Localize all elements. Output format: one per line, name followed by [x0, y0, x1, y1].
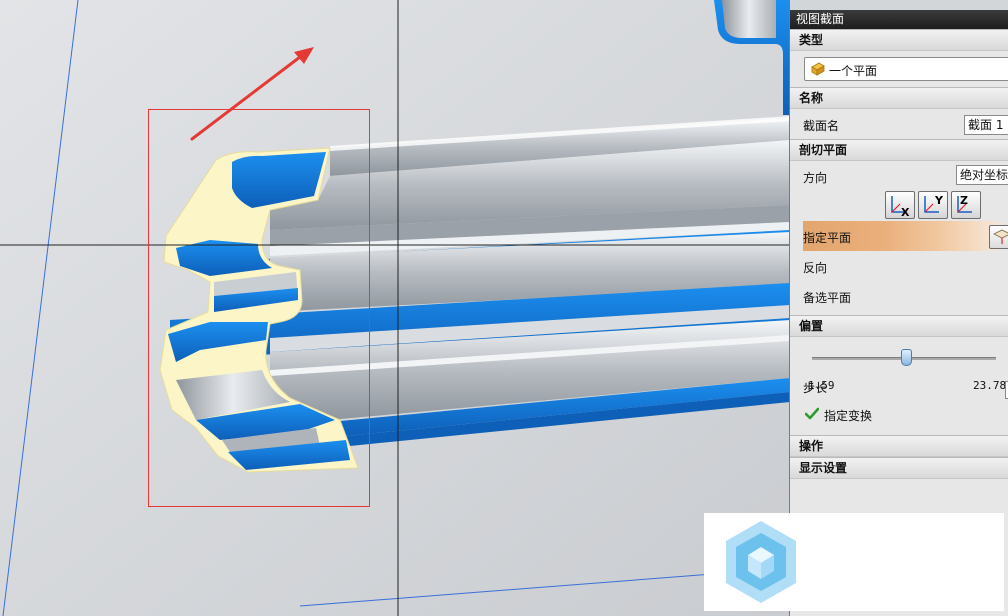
alternate-plane-label[interactable]: 备选平面 — [803, 289, 851, 306]
specify-plane-label: 指定平面 — [803, 231, 852, 245]
axis-z-letter: Z — [960, 194, 968, 207]
offset-slider-thumb[interactable] — [900, 349, 912, 366]
specify-transform-label[interactable]: 指定变换 — [824, 407, 872, 424]
checkmark-icon — [805, 407, 819, 420]
step-label: 步长 — [803, 381, 828, 395]
view-z-icon: Z — [957, 194, 972, 213]
section-header-cut-plane[interactable]: 剖切平面 — [790, 139, 1008, 161]
watermark-overlay — [704, 513, 1004, 611]
offset-slider[interactable]: 1.59 23.78 — [790, 337, 1008, 392]
section-header-display-settings[interactable]: 显示设置 — [790, 457, 1008, 479]
axis-y-button[interactable]: Y — [918, 191, 948, 219]
reverse-label[interactable]: 反向 — [803, 259, 827, 276]
section-name-label: 截面名 — [803, 119, 840, 133]
axis-x-letter: X — [901, 206, 910, 218]
view-y-icon: Y — [924, 194, 944, 213]
axis-x-button[interactable]: X — [885, 191, 915, 219]
axis-y-letter: Y — [934, 194, 944, 207]
type-dropdown-value: 一个平面 — [829, 64, 878, 78]
section-header-operations[interactable]: 操作 — [790, 435, 1008, 457]
section-header-name[interactable]: 名称 — [790, 87, 1008, 109]
specify-plane-row[interactable]: 指定平面 — [803, 221, 1008, 251]
plane-icon — [811, 62, 825, 76]
direction-dropdown[interactable]: 绝对坐标 — [956, 165, 1008, 185]
graphics-viewport[interactable] — [0, 0, 790, 616]
plane-select-icon — [993, 229, 1008, 244]
view-x-icon: X — [891, 196, 910, 219]
section-header-offset[interactable]: 偏置 — [790, 315, 1008, 337]
cube-logo-icon — [726, 521, 796, 603]
section-name-input[interactable]: 截面 1 — [964, 115, 1008, 135]
axis-z-button[interactable]: Z — [951, 191, 981, 219]
section-header-type[interactable]: 类型 — [790, 29, 1008, 51]
dialog-title: 视图截面 — [790, 10, 1008, 29]
type-dropdown[interactable]: 一个平面 — [804, 57, 1008, 81]
select-plane-button[interactable] — [989, 225, 1008, 249]
direction-label: 方向 — [803, 171, 828, 185]
